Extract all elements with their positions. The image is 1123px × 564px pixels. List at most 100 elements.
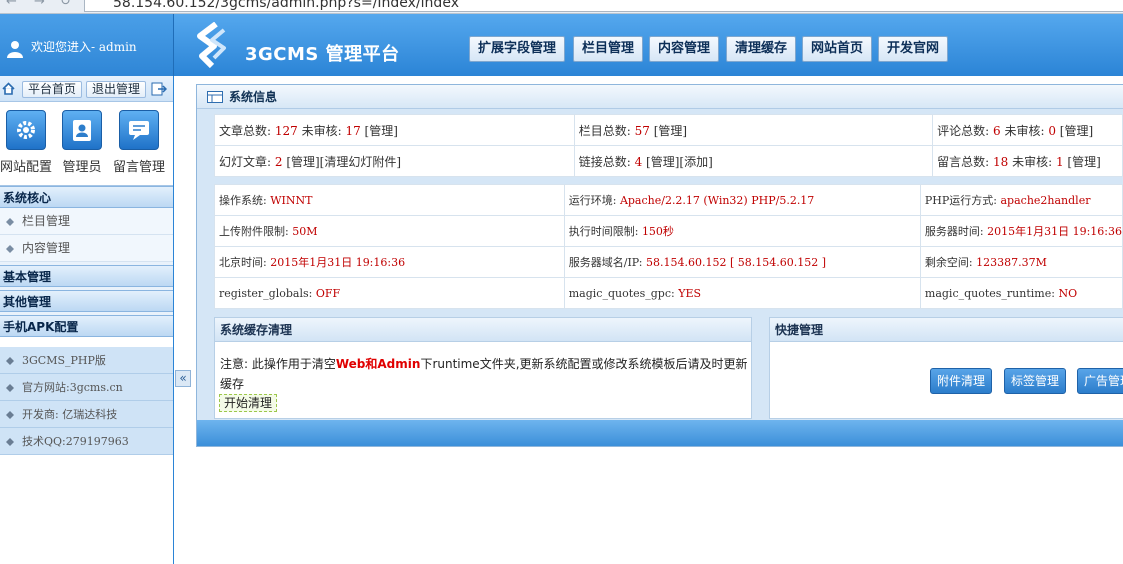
- sidebar-item-label: 内容管理: [22, 241, 71, 255]
- stat-label: 未审核:: [297, 123, 346, 138]
- nav-content[interactable]: 内容管理: [649, 36, 720, 62]
- welcome-text: 欢迎您进入- admin: [31, 40, 137, 54]
- table-row: 操作系统: WINNT 运行环境: Apache/2.2.17 (Win32) …: [214, 184, 1123, 216]
- forward-icon[interactable]: →: [34, 0, 45, 9]
- table-row: 幻灯文章: 2 [管理][清理幻灯附件] 链接总数: 4 [管理][添加] 留言…: [214, 145, 1123, 177]
- sidebar-item-columns[interactable]: 栏目管理: [0, 208, 173, 235]
- manage-link[interactable]: [管理][添加]: [642, 155, 713, 169]
- diamond-icon: [6, 384, 14, 392]
- env-cell: register_globals: OFF: [214, 277, 565, 309]
- brand-title: 3GCMS 管理平台: [245, 44, 400, 65]
- tile-site-config[interactable]: 网站配置: [0, 110, 56, 175]
- env-cell: 服务器域名/IP: 58.154.60.152 [ 58.154.60.152 …: [563, 246, 921, 278]
- panel-footer: [197, 420, 1123, 446]
- env-key: 运行环境:: [568, 194, 620, 207]
- cache-clear-box: 系统缓存清理 注意: 此操作用于清空Web和Admin下runtime文件夹,更…: [214, 317, 752, 419]
- manage-link[interactable]: [管理]: [1056, 124, 1093, 138]
- env-cell: 上传附件限制: 50M: [214, 215, 565, 247]
- env-key: magic_quotes_gpc:: [568, 286, 679, 300]
- diamond-icon: [6, 218, 14, 226]
- env-value: 150秒: [641, 225, 674, 238]
- env-cell: PHP运行方式: apache2handler: [919, 184, 1123, 216]
- address-bar[interactable]: 58.154.60.152/3gcms/admin.php?s=/Index/i…: [84, 0, 1123, 12]
- stat-columns: 栏目总数: 57 [管理]: [573, 114, 934, 146]
- stat-value: 2: [274, 154, 283, 169]
- info-item[interactable]: 官方网站:3gcms.cn: [0, 374, 173, 401]
- note-highlight: Web和Admin: [335, 357, 421, 371]
- diamond-icon: [6, 245, 14, 253]
- tile-messages[interactable]: 留言管理: [109, 110, 169, 175]
- nav-site-home[interactable]: 网站首页: [802, 36, 873, 62]
- env-value: YES: [678, 286, 702, 300]
- env-key: 北京时间:: [219, 256, 271, 269]
- env-key: register_globals:: [219, 286, 316, 300]
- quick-manage-box: 快捷管理 附件清理 标签管理 广告管理: [769, 317, 1123, 419]
- env-cell: 运行环境: Apache/2.2.17 (Win32) PHP/5.2.17: [563, 184, 921, 216]
- manage-link[interactable]: [管理][清理幻灯附件]: [283, 155, 401, 169]
- env-key: 上传附件限制:: [219, 225, 293, 238]
- manage-link[interactable]: [管理]: [650, 124, 687, 138]
- info-label: 技术QQ:279197963: [22, 435, 129, 448]
- table-row: 北京时间: 2015年1月31日 19:16:36 服务器域名/IP: 58.1…: [214, 246, 1123, 278]
- attachment-clean-button[interactable]: 附件清理: [930, 368, 993, 394]
- section-mobile-apk[interactable]: 手机APK配置: [0, 315, 173, 337]
- tag-manage-button[interactable]: 标签管理: [1004, 368, 1067, 394]
- stat-value: 18: [993, 154, 1009, 169]
- start-clear-button[interactable]: 开始清理: [219, 394, 278, 412]
- manage-link[interactable]: [管理]: [1064, 155, 1100, 169]
- stat-label: 未审核:: [1008, 154, 1056, 169]
- env-value: OFF: [315, 286, 341, 300]
- stat-value: 127: [274, 123, 298, 138]
- collapse-sidebar-button[interactable]: «: [175, 370, 191, 387]
- divider: [0, 337, 173, 347]
- tile-label: 管理员: [62, 160, 102, 175]
- tile-label: 网站配置: [0, 160, 52, 175]
- stat-label: 文章总数:: [219, 123, 275, 138]
- nav-extend-fields[interactable]: 扩展字段管理: [469, 36, 566, 62]
- env-key: 服务器时间:: [924, 225, 988, 238]
- nav-clear-cache[interactable]: 清理缓存: [726, 36, 797, 62]
- cache-note: 注意: 此操作用于清空Web和Admin下runtime文件夹,更新系统配置或修…: [220, 354, 748, 394]
- reload-icon[interactable]: ↻: [60, 0, 71, 9]
- info-item: 开发商: 亿瑞达科技: [0, 401, 173, 428]
- stat-comments: 评论总数: 6 未审核: 0 [管理]: [932, 114, 1123, 146]
- logout-link[interactable]: 退出管理: [86, 81, 147, 98]
- diamond-icon: [6, 411, 14, 419]
- table-row: 上传附件限制: 50M 执行时间限制: 150秒 服务器时间: 2015年1月3…: [214, 215, 1123, 247]
- env-value: 50M: [292, 225, 318, 238]
- stat-value: 0: [1048, 123, 1056, 138]
- diamond-icon: [6, 357, 14, 365]
- shortcut-tiles: 网站配置 管理员 留言管理: [0, 102, 173, 186]
- env-value: WINNT: [270, 194, 313, 207]
- env-cell: 操作系统: WINNT: [214, 184, 565, 216]
- platform-home-link[interactable]: 平台首页: [22, 81, 83, 98]
- nav-columns[interactable]: 栏目管理: [573, 36, 644, 62]
- stat-value: 17: [345, 123, 361, 138]
- section-basic[interactable]: 基本管理: [0, 265, 173, 287]
- tile-admins[interactable]: 管理员: [52, 110, 112, 175]
- section-other[interactable]: 其他管理: [0, 290, 173, 312]
- sidebar-item-content[interactable]: 内容管理: [0, 235, 173, 262]
- back-icon[interactable]: ←: [6, 0, 17, 9]
- quick-links: 平台首页 退出管理: [0, 76, 173, 102]
- user-icon: [7, 41, 23, 58]
- ad-manage-button[interactable]: 广告管理: [1077, 368, 1123, 394]
- sidebar-item-label: 栏目管理: [22, 214, 71, 228]
- stat-label: 链接总数:: [578, 154, 635, 169]
- env-value: Apache/2.2.17 (Win32) PHP/5.2.17: [619, 194, 815, 207]
- nav-dev-site[interactable]: 开发官网: [878, 36, 949, 62]
- env-key: 服务器域名/IP:: [568, 256, 646, 269]
- table-row: register_globals: OFF magic_quotes_gpc: …: [214, 277, 1123, 309]
- stats-table: 文章总数: 127 未审核: 17 [管理] 栏目总数: 57 [管理] 评论总…: [214, 114, 1123, 177]
- home-icon[interactable]: [2, 82, 15, 95]
- stat-label: 评论总数:: [937, 123, 993, 138]
- quick-manage-title: 快捷管理: [770, 318, 1123, 342]
- info-list: 3GCMS_PHP版 官方网站:3gcms.cn 开发商: 亿瑞达科技 技术QQ…: [0, 347, 173, 455]
- env-key: 操作系统:: [219, 194, 271, 207]
- logout-icon[interactable]: [151, 82, 167, 96]
- message-icon: [119, 110, 159, 150]
- manage-link[interactable]: [管理]: [361, 124, 398, 138]
- note-text: 注意: 此操作用于清空: [220, 357, 336, 371]
- info-item: 3GCMS_PHP版: [0, 347, 173, 374]
- section-system-core[interactable]: 系统核心: [0, 186, 173, 208]
